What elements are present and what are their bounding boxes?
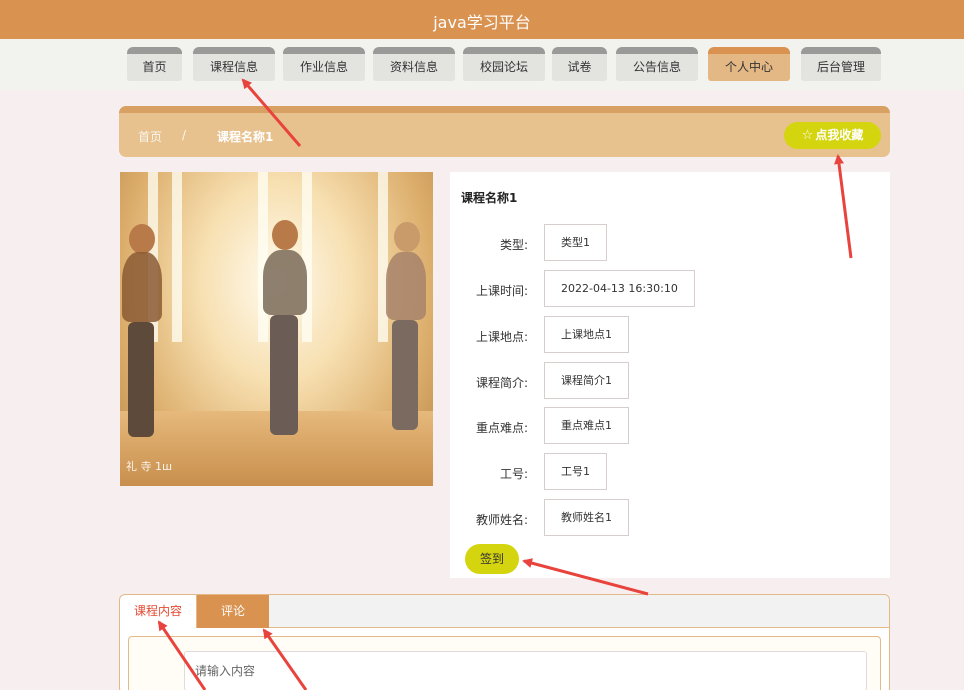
editor-container (128, 636, 881, 690)
breadcrumb: 首页 / 课程名称1 ☆ 点我收藏 (119, 106, 890, 157)
photo-figure (386, 252, 426, 320)
photo-figure (129, 224, 155, 254)
app-title: java学习平台 (433, 13, 531, 32)
photo-figure (270, 315, 298, 435)
field-label-time: 上课时间: (475, 284, 528, 298)
field-value-time: 2022-04-13 16:30:10 (544, 270, 695, 307)
breadcrumb-home[interactable]: 首页 (138, 128, 162, 145)
signin-button[interactable]: 签到 (465, 544, 519, 574)
photo-figure (122, 252, 162, 322)
photo-figure (272, 220, 298, 250)
field-value-type: 类型1 (544, 224, 607, 261)
field-value-key-points: 重点难点1 (544, 407, 629, 444)
tab-bar: 课程内容 评论 (120, 595, 889, 628)
course-image: 礼 寺 1ш (120, 172, 433, 486)
favorite-label: 点我收藏 (815, 128, 864, 142)
course-name: 课程名称1 (461, 191, 518, 205)
photo-sling (172, 172, 182, 342)
main-nav: 首页 课程信息 作业信息 资料信息 校园论坛 试卷 公告信息 个人中心 后台管理 (0, 39, 964, 90)
field-label-location: 上课地点: (475, 330, 528, 344)
field-label-intro: 课程简介: (475, 376, 528, 390)
field-label-type: 类型: (499, 238, 528, 252)
nav-course-info[interactable]: 课程信息 (193, 47, 275, 81)
star-icon: ☆ (801, 128, 814, 143)
nav-admin[interactable]: 后台管理 (801, 47, 881, 81)
field-value-teacher: 教师姓名1 (544, 499, 629, 536)
nav-announcement[interactable]: 公告信息 (616, 47, 698, 81)
tab-course-content[interactable]: 课程内容 (120, 595, 197, 628)
breadcrumb-current: 课程名称1 (217, 130, 274, 144)
nav-homework-info[interactable]: 作业信息 (283, 47, 365, 81)
course-detail-panel: 课程名称1 类型: 类型1 上课时间: 2022-04-13 16:30:10 … (450, 172, 890, 578)
field-value-intro: 课程简介1 (544, 362, 629, 399)
photo-figure (128, 322, 154, 437)
photo-figure (394, 222, 420, 252)
nav-personal-center[interactable]: 个人中心 (708, 47, 790, 81)
content-tab-panel: 课程内容 评论 (119, 594, 890, 690)
nav-campus-forum[interactable]: 校园论坛 (463, 47, 545, 81)
nav-exam-paper[interactable]: 试卷 (552, 47, 607, 81)
breadcrumb-separator: / (182, 128, 187, 142)
photo-figure (392, 320, 418, 430)
field-label-staff-id: 工号: (499, 467, 528, 481)
top-header: java学习平台 (0, 0, 964, 39)
favorite-button[interactable]: ☆ 点我收藏 (784, 122, 881, 149)
photo-figure (263, 250, 307, 315)
field-label-key-points: 重点难点: (475, 421, 528, 435)
tab-comments[interactable]: 评论 (197, 595, 269, 628)
field-value-staff-id: 工号1 (544, 453, 607, 490)
content-input[interactable] (184, 651, 867, 690)
photo-watermark: 礼 寺 1ш (126, 460, 173, 473)
nav-material-info[interactable]: 资料信息 (373, 47, 455, 81)
photo-sling (258, 172, 268, 342)
photo-sling (302, 172, 312, 342)
field-value-location: 上课地点1 (544, 316, 629, 353)
nav-home[interactable]: 首页 (127, 47, 182, 81)
field-label-teacher: 教师姓名: (475, 513, 528, 527)
